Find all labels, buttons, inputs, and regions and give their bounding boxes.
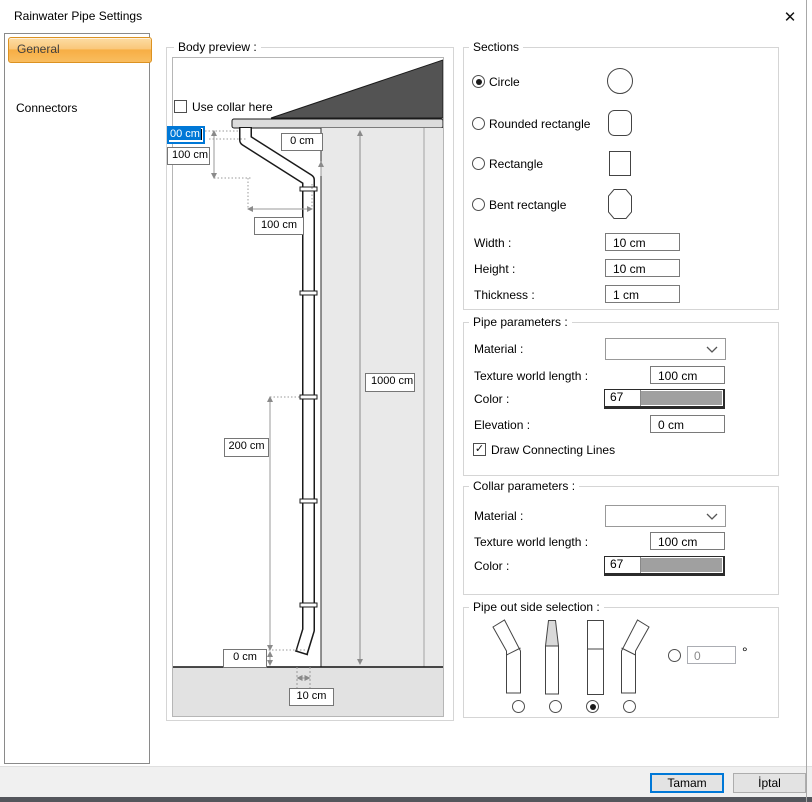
pipe-elevation-input[interactable]: 0 cm: [650, 415, 725, 433]
sections-group-label: Sections: [469, 40, 523, 54]
screen-bottom-edge: [0, 797, 812, 802]
pipe-out-angle-radio[interactable]: [668, 649, 681, 662]
collar-texture-input[interactable]: 100 cm: [650, 532, 725, 550]
eave-band: [232, 119, 443, 128]
pipe-out-radio-1[interactable]: [512, 700, 525, 713]
sidebar-item-general[interactable]: General: [8, 37, 152, 63]
close-icon[interactable]: ✕: [775, 5, 805, 31]
width-label: Width :: [474, 236, 511, 250]
pipe-out-radio-4[interactable]: [623, 700, 636, 713]
body-preview-group-label: Body preview :: [174, 40, 261, 54]
chevron-down-icon: [706, 513, 719, 521]
pipe-fill: [246, 128, 309, 652]
width-input[interactable]: 10 cm: [605, 233, 680, 251]
pipe-parameters-group-label: Pipe parameters :: [469, 315, 572, 329]
rectangle-section-icon: [607, 150, 635, 178]
wall-area: [321, 128, 443, 667]
pipe-texture-label: Texture world length :: [474, 369, 588, 383]
use-collar-label: Use collar here: [192, 100, 273, 114]
pipe-material-label: Material :: [474, 342, 523, 356]
dimension-label-top-offset[interactable]: 0 cm: [281, 133, 323, 151]
pipe-collar: [300, 603, 317, 607]
bent-rectangle-section-icon: [606, 188, 634, 220]
pipe-color-label: Color :: [474, 392, 509, 406]
dimension-label-outlet-offset[interactable]: 10 cm: [289, 688, 334, 706]
collar-texture-label: Texture world length :: [474, 535, 588, 549]
thickness-label: Thickness :: [474, 288, 535, 302]
draw-connecting-lines-checkbox[interactable]: ✓: [473, 443, 486, 456]
thickness-input[interactable]: 1 cm: [605, 285, 680, 303]
pipe-collar: [300, 187, 317, 191]
dimension-label-horizontal-offset[interactable]: 100 cm: [254, 217, 304, 235]
collar-color-swatch: [641, 558, 722, 572]
checkmark-icon: ✓: [475, 443, 484, 455]
ok-button[interactable]: Tamam: [650, 773, 724, 793]
roof-shape: [271, 60, 443, 118]
pipe-material-combo[interactable]: [605, 338, 726, 360]
pipe-out-straight-icon: [586, 619, 606, 696]
rainwater-pipe-settings-dialog: Rainwater Pipe Settings ✕ General Connec…: [0, 0, 812, 802]
text-caret: [201, 129, 202, 140]
sidebar-item-connectors[interactable]: Connectors: [16, 101, 77, 115]
radio-circle-label[interactable]: Circle: [489, 75, 520, 89]
pipe-out-angle-input[interactable]: 0: [687, 646, 736, 664]
collar-color-index: 67: [605, 557, 641, 573]
pipe-out-radio-2[interactable]: [549, 700, 562, 713]
radio-rounded-rectangle[interactable]: [472, 117, 485, 130]
degree-symbol: °: [742, 644, 748, 660]
cancel-button[interactable]: İptal: [733, 773, 806, 793]
dimension-label-eave-drop[interactable]: 100 cm: [167, 147, 210, 165]
dimension-label-wall-height[interactable]: 1000 cm: [365, 373, 415, 392]
radio-rounded-rectangle-label[interactable]: Rounded rectangle: [489, 117, 590, 131]
radio-rectangle[interactable]: [472, 157, 485, 170]
window-title: Rainwater Pipe Settings: [14, 9, 142, 23]
collar-color-picker[interactable]: 67: [604, 556, 725, 576]
pipe-elevation-label: Elevation :: [474, 418, 530, 432]
radio-rectangle-label[interactable]: Rectangle: [489, 157, 543, 171]
circle-section-icon: [606, 67, 634, 95]
height-label: Height :: [474, 262, 515, 276]
pipe-color-swatch: [641, 391, 722, 405]
collar-color-label: Color :: [474, 559, 509, 573]
dimension-label-segment-length[interactable]: 200 cm: [224, 438, 269, 457]
window-right-edge: [806, 0, 807, 802]
collar-parameters-group-label: Collar parameters :: [469, 479, 579, 493]
rounded-rectangle-section-icon: [606, 109, 634, 137]
sidebar: General Connectors: [4, 33, 150, 764]
height-input[interactable]: 10 cm: [605, 259, 680, 277]
use-collar-checkbox[interactable]: [174, 100, 187, 113]
pipe-out-radio-3[interactable]: [586, 700, 599, 713]
collar-material-label: Material :: [474, 509, 523, 523]
dimension-input-editing[interactable]: 00 cm: [167, 126, 205, 144]
draw-connecting-lines-label: Draw Connecting Lines: [491, 443, 615, 457]
pipe-outline: [246, 127, 309, 653]
collar-material-combo[interactable]: [605, 505, 726, 527]
pipe-out-side-group-label: Pipe out side selection :: [469, 600, 604, 614]
pipe-out-bend-left-icon: [492, 617, 524, 695]
selected-text: 00 cm: [169, 128, 201, 140]
pipe-collar: [300, 395, 317, 399]
dimension-label-bottom-clearance[interactable]: 0 cm: [223, 649, 267, 668]
pipe-color-index: 67: [605, 390, 641, 406]
radio-circle[interactable]: [472, 75, 485, 88]
chevron-down-icon: [706, 346, 719, 354]
radio-bent-rectangle[interactable]: [472, 198, 485, 211]
radio-bent-rectangle-label[interactable]: Bent rectangle: [489, 198, 566, 212]
pipe-out-capped-icon: [542, 619, 564, 696]
pipe-texture-input[interactable]: 100 cm: [650, 366, 725, 384]
pipe-color-picker[interactable]: 67: [604, 389, 725, 409]
pipe-collar: [300, 499, 317, 503]
pipe-out-bend-right-icon: [620, 617, 652, 695]
pipe-collar: [300, 291, 317, 295]
